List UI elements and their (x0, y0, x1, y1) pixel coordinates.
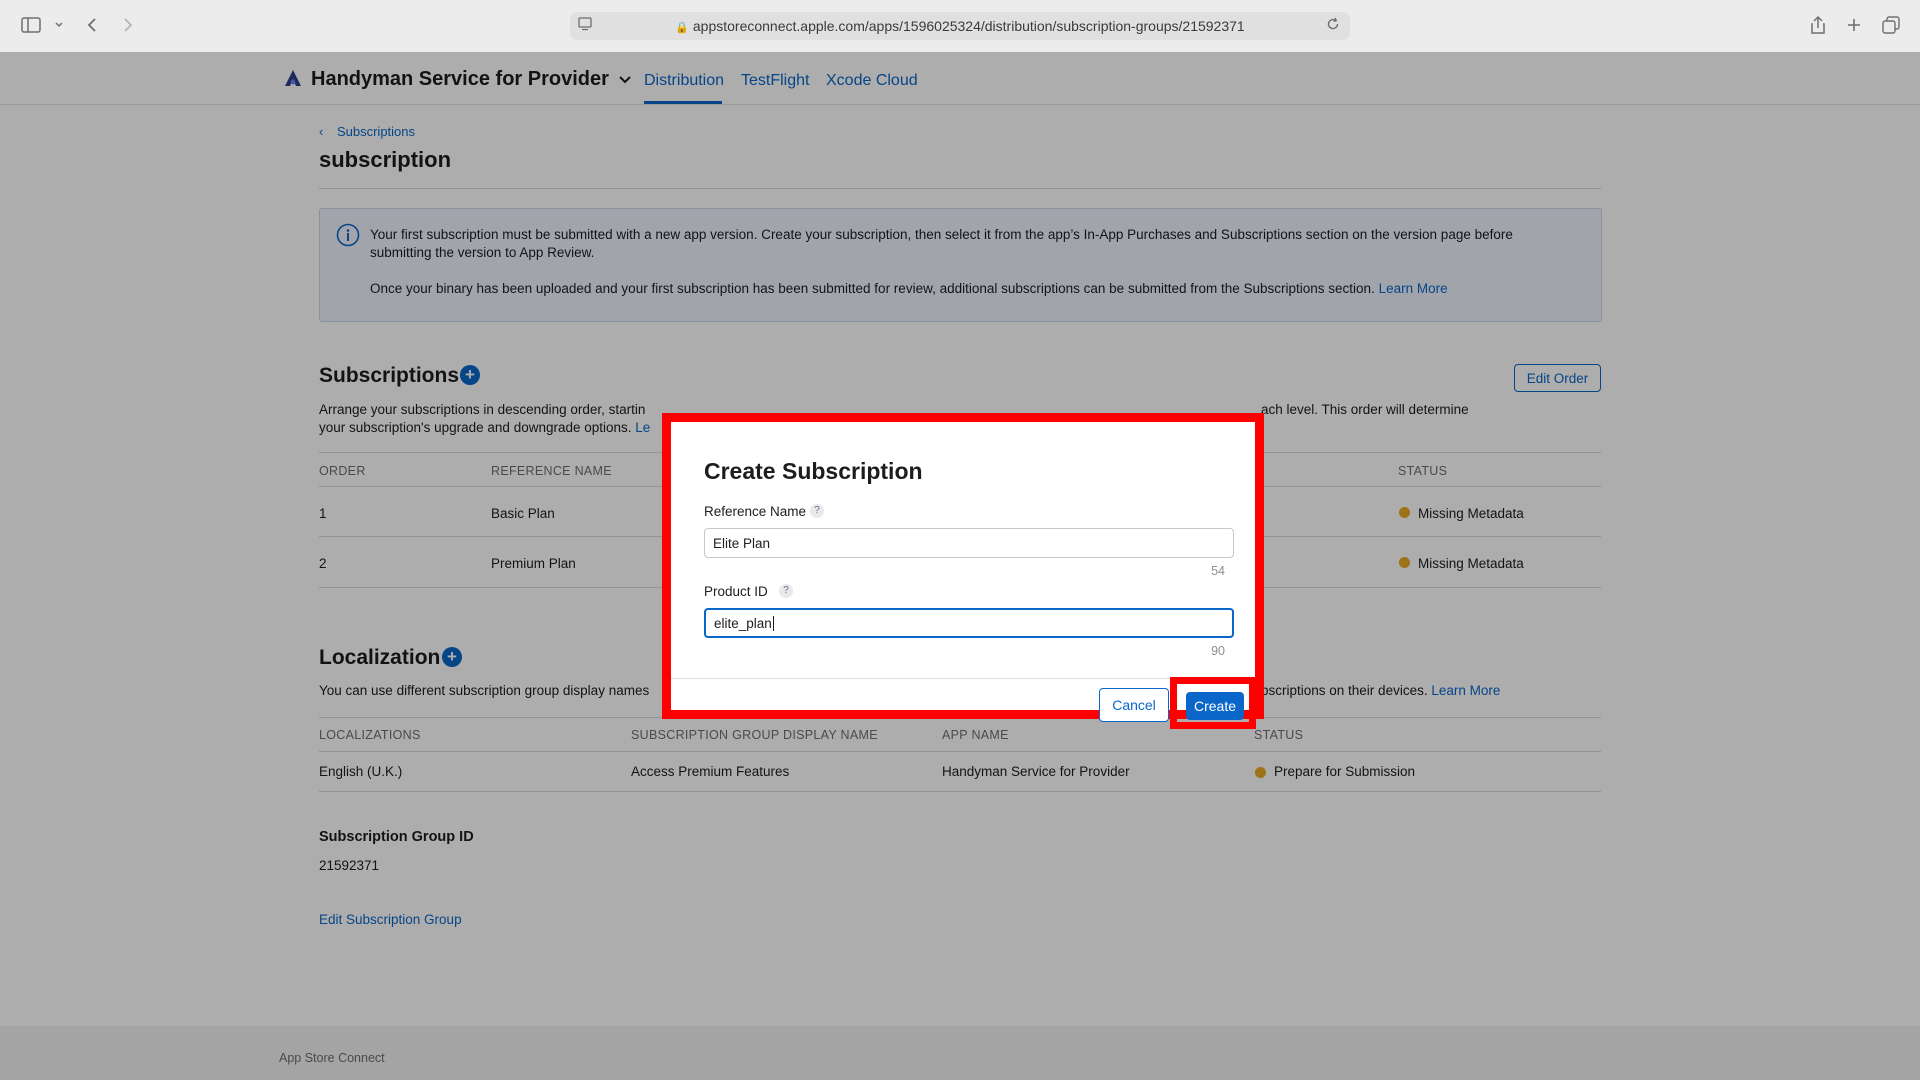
sidebar-toggle-icon[interactable] (20, 14, 42, 36)
reference-name-char-counter: 54 (1211, 564, 1225, 578)
forward-icon[interactable] (120, 14, 136, 36)
page-settings-icon[interactable] (578, 16, 594, 36)
url-text: 🔒 appstoreconnect.apple.com/apps/1596025… (675, 18, 1245, 34)
help-icon[interactable]: ? (779, 584, 793, 598)
reference-name-input[interactable]: Elite Plan (704, 528, 1234, 558)
chevron-down-icon[interactable] (52, 14, 66, 36)
reload-icon[interactable] (1326, 17, 1340, 36)
create-button-highlight (1170, 677, 1256, 729)
back-icon[interactable] (84, 14, 100, 36)
dialog-title: Create Subscription (704, 458, 923, 484)
create-subscription-dialog: Create Subscription Reference Name ? Eli… (662, 413, 1264, 729)
reference-name-label: Reference Name (704, 504, 807, 519)
product-id-input[interactable]: elite_plan (704, 608, 1234, 638)
help-icon[interactable]: ? (810, 504, 824, 518)
product-id-label: Product ID (704, 584, 768, 599)
cancel-button[interactable]: Cancel (1099, 688, 1169, 722)
new-tab-icon[interactable] (1844, 14, 1864, 36)
lock-icon: 🔒 (675, 22, 689, 34)
dialog-footer-divider (671, 678, 1255, 679)
browser-toolbar: 🔒 appstoreconnect.apple.com/apps/1596025… (0, 0, 1920, 53)
address-bar[interactable]: 🔒 appstoreconnect.apple.com/apps/1596025… (570, 12, 1350, 40)
tab-overview-icon[interactable] (1880, 14, 1902, 36)
share-icon[interactable] (1808, 14, 1828, 36)
product-id-char-counter: 90 (1211, 644, 1225, 658)
text-cursor (772, 615, 774, 631)
